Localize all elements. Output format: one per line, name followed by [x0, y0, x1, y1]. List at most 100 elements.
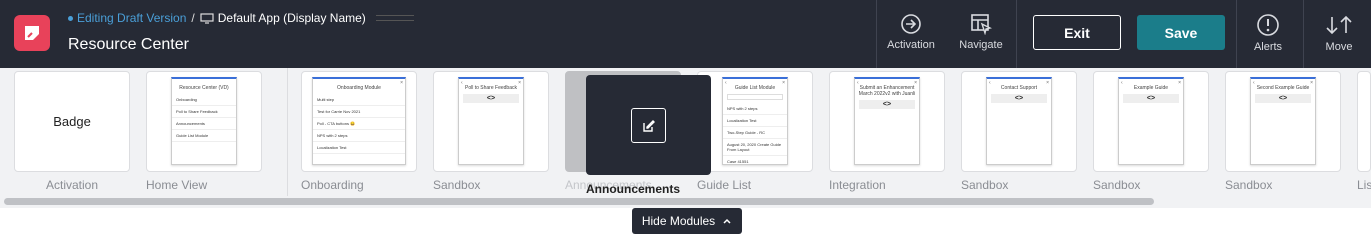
module-card[interactable]: Resource Center (VD) Onboarding Poll to …: [146, 71, 262, 172]
move-button[interactable]: Move: [1314, 0, 1364, 68]
preview-item: Test for Carrie Nov 2021: [313, 106, 405, 118]
module-preview: Resource Center (VD) Onboarding Poll to …: [171, 77, 237, 165]
divider: [1236, 0, 1237, 68]
divider: [1016, 0, 1017, 68]
breadcrumb-draft-version[interactable]: Editing Draft Version: [77, 11, 186, 25]
code-embed-icon: <>: [1123, 94, 1179, 103]
drag-handle-icon: [375, 15, 414, 21]
back-icon: ‹: [989, 80, 991, 86]
move-arrows-icon: [1326, 15, 1352, 35]
module-partial[interactable]: Lis: [1357, 71, 1371, 193]
close-icon: ×: [518, 80, 521, 86]
close-icon: ×: [1046, 80, 1049, 86]
module-activation[interactable]: Badge Activation: [14, 71, 130, 193]
module-card[interactable]: × Onboarding Module Multi step Test for …: [301, 71, 417, 172]
module-home-view[interactable]: Resource Center (VD) Onboarding Poll to …: [146, 71, 262, 193]
module-card[interactable]: ‹ × Submit an Enhancement March 2022v2 w…: [829, 71, 945, 172]
edit-icon[interactable]: [631, 108, 666, 143]
module-preview: ‹ × Example Guide <>: [1118, 77, 1184, 165]
scrollbar-thumb[interactable]: [4, 198, 1154, 205]
module-label: Sandbox: [1225, 178, 1273, 192]
preview-item: Announcements: [172, 118, 236, 130]
divider: [287, 68, 288, 196]
preview-title: Submit an Enhancement March 2022v2 with …: [858, 85, 916, 97]
navigate-cursor-icon: [971, 14, 992, 35]
preview-item: Localization Test: [313, 142, 405, 154]
close-icon: ×: [1310, 80, 1313, 86]
code-embed-icon: <>: [859, 100, 915, 109]
code-embed-icon: <>: [463, 94, 519, 103]
save-button[interactable]: Save: [1137, 15, 1225, 50]
module-preview: ‹ × Guide List Module NPS with 2 steps L…: [722, 77, 788, 165]
page-title: Resource Center: [68, 36, 189, 53]
navigate-button[interactable]: Navigate: [956, 0, 1006, 68]
module-preview: ‹ × Contact Support <>: [986, 77, 1052, 165]
pendo-logo-icon[interactable]: [14, 15, 50, 51]
preview-title: Contact Support: [1000, 85, 1038, 91]
move-label: Move: [1325, 41, 1353, 53]
module-label: Onboarding: [301, 178, 364, 192]
preview-title: Resource Center (VD): [179, 85, 229, 91]
activation-label: Activation: [887, 39, 935, 51]
module-card[interactable]: ‹ × Poll to Share Feedback <>: [433, 71, 549, 172]
tooltip-label: Announcements: [586, 182, 681, 196]
preview-title: Example Guide: [1133, 85, 1169, 91]
preview-title: Guide List Module: [734, 85, 776, 91]
alerts-button[interactable]: Alerts: [1244, 0, 1292, 68]
module-sandbox[interactable]: ‹ × Poll to Share Feedback <> Sandbox: [433, 71, 549, 193]
preview-item: Localization Test: [723, 115, 787, 127]
module-label: Sandbox: [433, 178, 481, 192]
module-onboarding[interactable]: × Onboarding Module Multi step Test for …: [301, 71, 417, 193]
close-icon: ×: [400, 80, 403, 86]
divider: [1303, 0, 1304, 68]
module-label: Guide List: [697, 178, 752, 192]
preview-item: Poll to Share Feedback: [172, 106, 236, 118]
preview-item: Multi step: [313, 94, 405, 106]
module-sandbox[interactable]: ‹ × Second Example Guide <> Sandbox: [1225, 71, 1341, 193]
breadcrumb-app-name[interactable]: Default App (Display Name): [218, 11, 366, 25]
module-sandbox[interactable]: ‹ × Contact Support <> Sandbox: [961, 71, 1077, 193]
breadcrumb-separator: /: [191, 11, 195, 25]
breadcrumb: Editing Draft Version / Default App (Dis…: [68, 11, 414, 25]
module-hover-overlay[interactable]: [586, 75, 711, 175]
divider: [876, 0, 877, 68]
code-embed-icon: <>: [1255, 94, 1311, 103]
back-icon: ‹: [857, 80, 859, 86]
navigate-label: Navigate: [959, 39, 1003, 51]
code-embed-icon: <>: [991, 94, 1047, 103]
module-label: Sandbox: [1093, 178, 1141, 192]
module-integration[interactable]: ‹ × Submit an Enhancement March 2022v2 w…: [829, 71, 945, 193]
module-preview: ‹ × Second Example Guide <>: [1250, 77, 1316, 165]
horizontal-scrollbar[interactable]: [0, 196, 1371, 208]
close-icon: ×: [782, 80, 785, 86]
module-sandbox[interactable]: ‹ × Example Guide <> Sandbox: [1093, 71, 1209, 193]
exit-button[interactable]: Exit: [1033, 15, 1121, 50]
top-bar: Editing Draft Version / Default App (Dis…: [0, 0, 1371, 68]
module-card[interactable]: [1357, 71, 1371, 172]
module-card[interactable]: Badge: [14, 71, 130, 172]
module-card[interactable]: ‹ × Example Guide <>: [1093, 71, 1209, 172]
module-label: Activation: [45, 178, 99, 192]
activation-button[interactable]: Activation: [884, 0, 938, 68]
arrow-circle-right-icon: [901, 14, 921, 34]
alerts-label: Alerts: [1253, 41, 1283, 53]
module-label: Integration: [829, 178, 886, 192]
hide-modules-button[interactable]: Hide Modules: [632, 208, 742, 234]
search-input: [727, 94, 783, 100]
module-preview: × Onboarding Module Multi step Test for …: [312, 77, 406, 165]
preview-item: Case 41551: [723, 156, 787, 164]
module-card[interactable]: ‹ × Second Example Guide <>: [1225, 71, 1341, 172]
monitor-icon: [200, 12, 214, 24]
preview-item: NPS with 2 steps: [723, 103, 787, 115]
preview-item: Guide List Module: [172, 130, 236, 142]
preview-item: Two-Step Guide - RC: [723, 127, 787, 139]
back-icon: ‹: [725, 80, 727, 86]
preview-title: Second Example Guide: [1256, 85, 1310, 91]
preview-item: Poll - CTA buttons 😀: [313, 118, 405, 130]
module-card[interactable]: ‹ × Contact Support <>: [961, 71, 1077, 172]
close-icon: ×: [914, 80, 917, 86]
module-preview: ‹ × Submit an Enhancement March 2022v2 w…: [854, 77, 920, 165]
module-card[interactable]: ‹ × Guide List Module NPS with 2 steps L…: [697, 71, 813, 172]
preview-title: Onboarding Module: [337, 85, 381, 91]
module-guide-list[interactable]: ‹ × Guide List Module NPS with 2 steps L…: [697, 71, 813, 193]
